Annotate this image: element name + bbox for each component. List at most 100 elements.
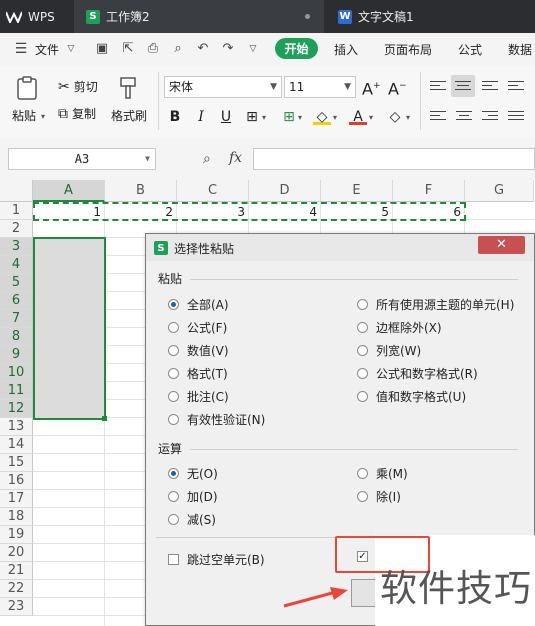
radio-op-multiply[interactable]: 乘(M) <box>357 465 408 482</box>
redo-icon[interactable]: ↷ <box>221 42 235 56</box>
chevron-down-icon[interactable]: ▽ <box>64 42 78 56</box>
column-header[interactable]: B <box>105 180 177 202</box>
tab-document[interactable]: W 文字文稿1 <box>326 0 535 33</box>
radio-op-add[interactable]: 加(D) <box>168 488 218 505</box>
row-header[interactable]: 3 <box>0 238 33 256</box>
row-header[interactable]: 18 <box>0 508 33 526</box>
skip-blanks-checkbox[interactable]: 跳过空单元(B) <box>168 551 265 568</box>
align-center-icon[interactable] <box>456 108 472 122</box>
radio-op-subtract[interactable]: 减(S) <box>168 511 216 528</box>
borders-icon[interactable]: ⊞ <box>243 108 261 126</box>
row-header[interactable]: 19 <box>0 526 33 544</box>
tab-workbook[interactable]: S 工作簿2 <box>74 0 324 33</box>
font-color-caret-icon[interactable]: ▾ <box>369 113 373 122</box>
paste-caret-icon[interactable]: ▾ <box>41 112 45 121</box>
column-header[interactable]: G <box>465 180 534 202</box>
radio-paste-column-widths[interactable]: 列宽(W) <box>357 342 421 359</box>
radio-paste-validation[interactable]: 有效性验证(N) <box>168 411 265 428</box>
format-painter-label[interactable]: 格式刷 <box>111 107 147 124</box>
borders-caret-icon[interactable]: ▾ <box>262 113 266 122</box>
tab-wps-home[interactable]: WPS <box>0 0 73 33</box>
tab-page-layout[interactable]: 页面布局 <box>384 41 432 58</box>
paste-button[interactable] <box>16 76 38 100</box>
shrink-font-button[interactable]: A− <box>388 77 407 98</box>
undo-icon[interactable]: ↶ <box>196 42 210 56</box>
copy-button[interactable]: ⧉ 复制 <box>58 105 96 122</box>
name-box[interactable]: A3 ▼ <box>8 148 156 170</box>
row-header[interactable]: 10 <box>0 364 33 382</box>
radio-paste-all[interactable]: 全部(A) <box>168 296 229 313</box>
justify-icon[interactable] <box>508 108 524 122</box>
align-bottom-icon[interactable] <box>482 78 498 92</box>
font-size-select[interactable]: 11 ▼ <box>284 76 356 98</box>
tab-start[interactable]: 开始 <box>275 38 318 59</box>
row-header[interactable]: 13 <box>0 418 33 436</box>
radio-paste-formulas-numbers[interactable]: 公式和数字格式(R) <box>357 365 478 382</box>
row-header[interactable]: 23 <box>0 598 33 616</box>
row-header[interactable]: 5 <box>0 274 33 292</box>
paste-label[interactable]: 粘贴 <box>12 107 36 124</box>
column-header[interactable]: C <box>177 180 249 202</box>
row-header[interactable]: 8 <box>0 328 33 346</box>
font-color-button[interactable]: A <box>349 108 367 125</box>
unsaved-dot-icon[interactable] <box>305 14 310 19</box>
radio-paste-except-borders[interactable]: 边框除外(X) <box>357 319 442 336</box>
row-header[interactable]: 9 <box>0 346 33 364</box>
bold-button[interactable]: B <box>166 108 184 126</box>
row-header[interactable]: 20 <box>0 544 33 562</box>
column-header[interactable]: A <box>33 180 105 202</box>
column-header[interactable]: F <box>393 180 465 202</box>
wrap-text-icon[interactable] <box>508 78 524 92</box>
format-painter-button[interactable] <box>118 76 138 100</box>
cut-button[interactable]: ✂ 剪切 <box>58 78 98 95</box>
eraser-icon[interactable]: ◇ <box>386 108 404 126</box>
tab-formula[interactable]: 公式 <box>458 41 482 58</box>
column-header[interactable]: D <box>249 180 321 202</box>
close-button[interactable]: ✕ <box>478 236 525 254</box>
save-icon[interactable]: ▣ <box>95 42 109 56</box>
align-left-icon[interactable] <box>430 108 446 122</box>
row-header[interactable]: 14 <box>0 436 33 454</box>
row-header[interactable]: 21 <box>0 562 33 580</box>
row-header[interactable]: 17 <box>0 490 33 508</box>
grow-font-button[interactable]: A+ <box>362 77 381 98</box>
row-header[interactable]: 6 <box>0 292 33 310</box>
row-header[interactable]: 12 <box>0 400 33 418</box>
radio-op-divide[interactable]: 除(I) <box>357 488 401 505</box>
radio-paste-values-numbers[interactable]: 值和数字格式(U) <box>357 388 466 405</box>
export-icon[interactable]: ⇱ <box>121 42 135 56</box>
fill-color-caret-icon[interactable]: ▾ <box>333 113 337 122</box>
radio-paste-values[interactable]: 数值(V) <box>168 342 229 359</box>
dialog-titlebar[interactable]: S 选择性粘贴 ✕ <box>146 234 534 261</box>
print-icon[interactable]: ⎙ <box>146 42 160 56</box>
row-header[interactable]: 11 <box>0 382 33 400</box>
align-top-icon[interactable] <box>430 78 446 92</box>
tab-insert[interactable]: 插入 <box>334 41 358 58</box>
select-all-corner[interactable] <box>0 180 33 202</box>
row-header[interactable]: 7 <box>0 310 33 328</box>
customize-chevron-icon[interactable]: ▽ <box>246 42 260 56</box>
row-header[interactable]: 1 <box>0 202 33 220</box>
row-header[interactable]: 16 <box>0 472 33 490</box>
align-right-icon[interactable] <box>482 108 498 122</box>
row-header[interactable]: 15 <box>0 454 33 472</box>
row-header[interactable]: 2 <box>0 220 33 238</box>
fill-handle[interactable] <box>102 416 107 421</box>
fill-color-icon[interactable]: ◇ <box>313 108 331 125</box>
menu-file[interactable]: 文件 <box>35 41 59 58</box>
align-middle-icon[interactable] <box>451 75 475 97</box>
radio-paste-formulas[interactable]: 公式(F) <box>168 319 227 336</box>
underline-button[interactable]: U <box>217 108 235 126</box>
radio-paste-formats[interactable]: 格式(T) <box>168 365 228 382</box>
font-name-select[interactable]: 宋体 ▼ <box>164 76 282 98</box>
row-header[interactable]: 4 <box>0 256 33 274</box>
print-preview-icon[interactable]: ⌕ <box>171 42 185 56</box>
hamburger-menu-icon[interactable]: ☰ <box>14 42 28 56</box>
eraser-caret-icon[interactable]: ▾ <box>406 113 410 122</box>
radio-paste-comments[interactable]: 批注(C) <box>168 388 229 405</box>
formula-input[interactable] <box>253 148 535 170</box>
radio-paste-theme-cells[interactable]: 所有使用源主题的单元(H) <box>357 296 514 313</box>
fx-button[interactable]: fx <box>229 150 242 166</box>
radio-op-none[interactable]: 无(O) <box>168 465 218 482</box>
shading-caret-icon[interactable]: ▾ <box>298 113 302 122</box>
